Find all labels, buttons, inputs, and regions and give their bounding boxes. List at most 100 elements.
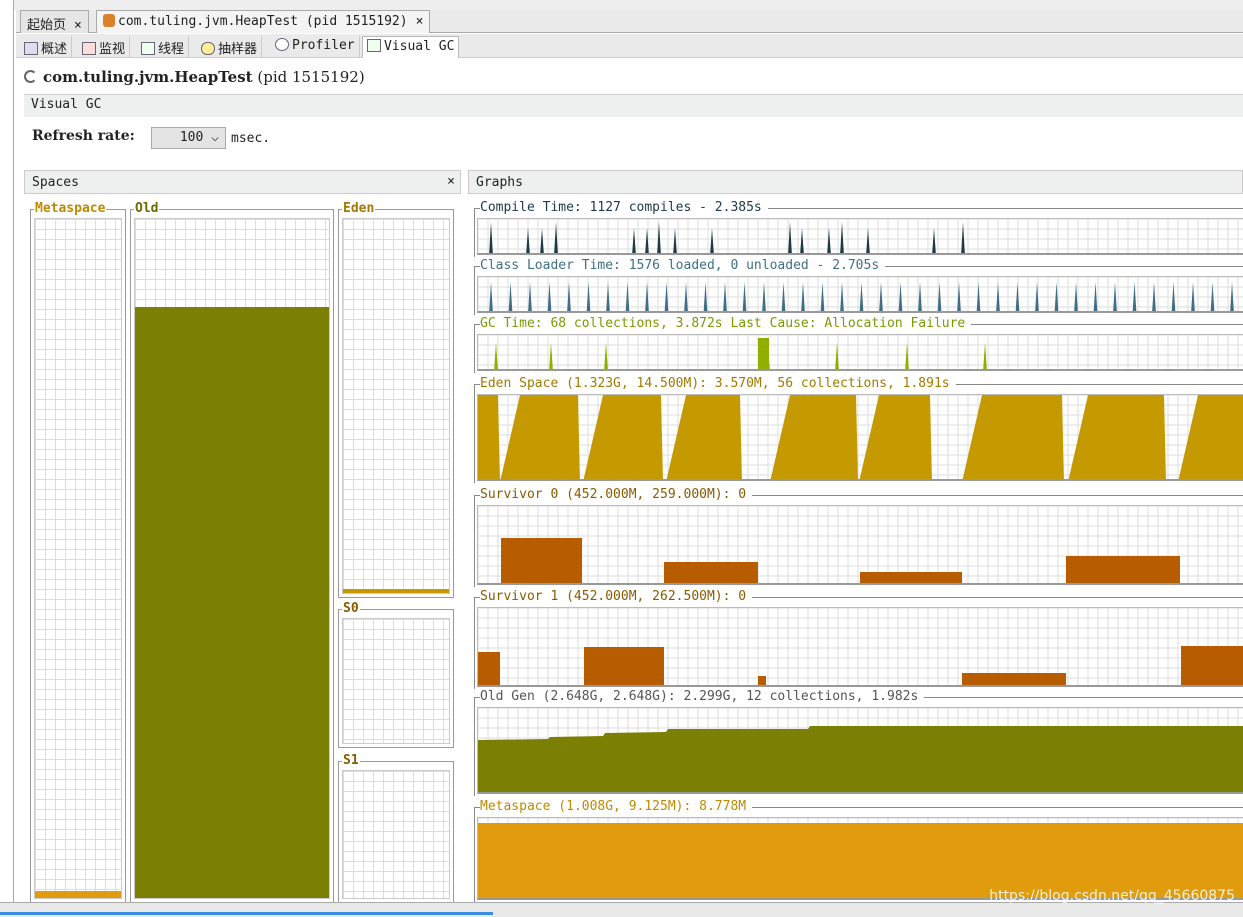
spike [549, 342, 553, 369]
spaces-header: Spaces × [24, 170, 461, 194]
area [860, 572, 962, 583]
tab-visual-gc[interactable]: Visual GC [362, 36, 460, 58]
area [478, 395, 500, 479]
area [500, 395, 580, 479]
graph-label: GC Time: 68 collections, 3.872s Last Cau… [480, 316, 972, 331]
tab-label: 线程 [158, 42, 185, 57]
spike [540, 228, 544, 253]
graph-label: Old Gen (2.648G, 2.648G): 2.299G, 12 col… [480, 689, 925, 704]
tab-label: 起始页 [27, 18, 67, 33]
spike [710, 228, 714, 253]
space-s0: S0 [338, 602, 454, 748]
space-old: Old [130, 202, 334, 903]
graph-label: Eden Space (1.323G, 14.500M): 3.570M, 56… [480, 376, 956, 391]
tab-label: 抽样器 [218, 42, 258, 57]
close-icon[interactable]: × [447, 174, 455, 189]
spike [866, 228, 870, 253]
loading-icon [24, 70, 37, 83]
tab-sampler[interactable]: 抽样器 [197, 36, 263, 58]
threads-icon [141, 42, 155, 55]
spike [632, 228, 636, 253]
app-pid: (pid 1515192) [257, 68, 365, 86]
divider [474, 495, 475, 587]
sampler-icon [201, 42, 215, 55]
visualgc-icon [367, 39, 381, 52]
tab-label: 监视 [99, 42, 126, 57]
graph-plot [477, 394, 1243, 481]
graph-eden: Eden Space (1.323G, 14.500M): 3.570M, 56… [474, 376, 1243, 483]
graph-label: Metaspace (1.008G, 9.125M): 8.778M [480, 799, 753, 814]
space-label: Eden [342, 201, 376, 216]
refresh-rate-select[interactable]: 100 ⌵ [151, 127, 226, 149]
space-label: S1 [342, 753, 360, 768]
spike [932, 228, 936, 253]
close-icon[interactable]: × [74, 18, 82, 33]
tab-start-page[interactable]: 起始页 × [20, 10, 89, 33]
refresh-rate-value: 100 [179, 130, 204, 145]
left-side-panel [0, 0, 14, 917]
space-label: Old [134, 201, 160, 216]
graph-plot [477, 218, 1243, 255]
area [758, 676, 766, 685]
graph-label: Class Loader Time: 1576 loaded, 0 unload… [480, 258, 886, 273]
graph-compile: Compile Time: 1127 compiles - 2.385s [474, 200, 1243, 257]
area [501, 538, 582, 583]
graphs-title: Graphs [476, 175, 523, 190]
spike [494, 342, 498, 369]
space-s1: S1 [338, 754, 454, 903]
tab-heaptest[interactable]: com.tuling.jvm.HeapTest (pid 1515192) × [96, 10, 431, 33]
visual-gc-header: Visual GC [24, 94, 1243, 117]
spike [983, 342, 987, 369]
area [1066, 556, 1180, 583]
graph-label: Survivor 0 (452.000M, 259.000M): 0 [480, 487, 753, 502]
tab-threads[interactable]: 线程 [137, 36, 190, 58]
window-top [0, 0, 1243, 10]
graph-metaspace: Metaspace (1.008G, 9.125M): 8.778M [474, 799, 1243, 902]
area [666, 395, 742, 479]
area [583, 395, 663, 479]
graph-plot [477, 334, 1243, 371]
spaces-title: Spaces [32, 175, 79, 190]
tab-label: Visual GC [384, 39, 455, 54]
graph-plot [477, 707, 1243, 794]
monitor-icon [82, 42, 96, 55]
refresh-unit: msec. [231, 131, 271, 146]
tab-monitor[interactable]: 监视 [78, 36, 131, 58]
area [478, 726, 1243, 792]
graph-s0: Survivor 0 (452.000M, 259.000M): 0 [474, 487, 1243, 587]
tab-profiler[interactable]: Profiler [271, 36, 360, 58]
tab-overview[interactable]: 概述 [20, 36, 73, 58]
refresh-rate-label: Refresh rate: [32, 128, 135, 144]
spike [604, 342, 608, 369]
space-label: Metaspace [34, 201, 107, 216]
space-metaspace: Metaspace [30, 202, 126, 903]
document-tabs: 起始页 × com.tuling.jvm.HeapTest (pid 151519… [16, 10, 1243, 33]
area [962, 395, 1064, 479]
graph-s1: Survivor 1 (452.000M, 262.500M): 0 [474, 589, 1243, 689]
area [584, 647, 664, 685]
tab-label: Profiler [292, 38, 355, 53]
graph-plot [477, 607, 1243, 687]
chevron-down-icon: ⌵ [211, 130, 219, 145]
graph-plot [477, 505, 1243, 585]
graph-oldgen: Old Gen (2.648G, 2.648G): 2.299G, 12 col… [474, 689, 1243, 796]
progress-bar [0, 912, 493, 915]
graph-label: Compile Time: 1127 compiles - 2.385s [480, 200, 768, 215]
spike [673, 228, 677, 253]
graph-plot [477, 276, 1243, 313]
area [1068, 395, 1166, 479]
overview-icon [24, 42, 38, 55]
view-tabs: 概述 监视 线程 抽样器 Profiler Visual GC [16, 34, 1243, 58]
divider [474, 208, 475, 257]
space-label: S0 [342, 601, 360, 616]
panel-title: Visual GC [31, 97, 102, 112]
area [664, 562, 758, 583]
area [770, 395, 858, 479]
divider [474, 324, 475, 373]
close-icon[interactable]: × [416, 14, 424, 29]
graph-gc: GC Time: 68 collections, 3.872s Last Cau… [474, 316, 1243, 373]
tab-label: com.tuling.jvm.HeapTest (pid 1515192) [118, 14, 408, 29]
profiler-icon [275, 38, 289, 51]
graphs-header: Graphs [468, 170, 1243, 194]
divider [474, 807, 475, 902]
